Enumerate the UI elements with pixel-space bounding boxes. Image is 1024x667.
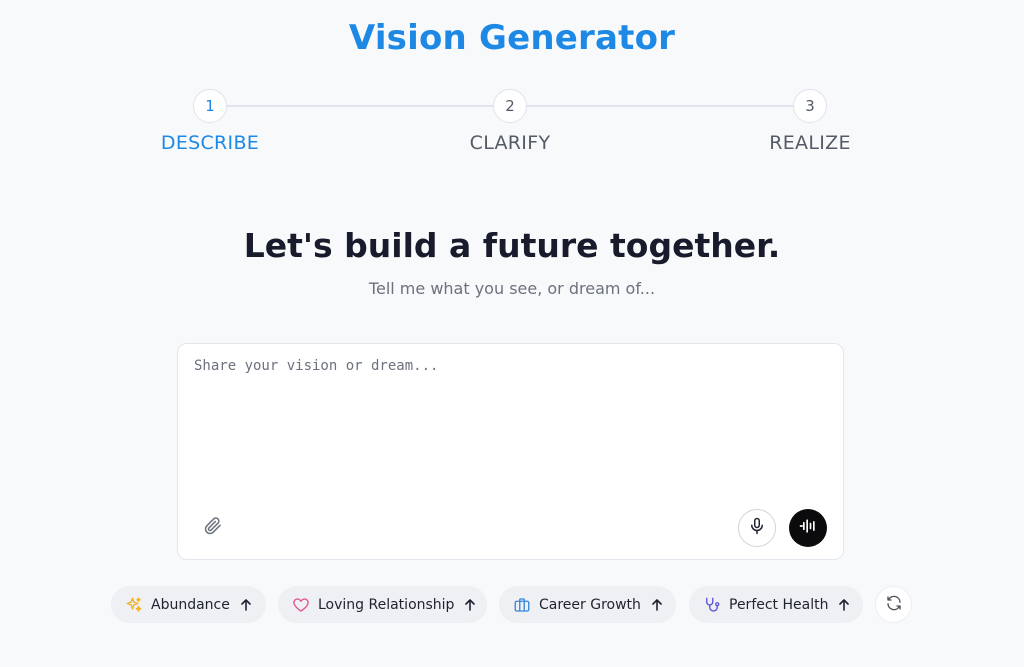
- vision-input[interactable]: [188, 354, 833, 504]
- vision-composer: [177, 343, 844, 560]
- step-label: REALIZE: [769, 132, 851, 154]
- chip-career-growth[interactable]: Career Growth: [499, 586, 676, 623]
- step-number: 3: [793, 89, 827, 123]
- microphone-button[interactable]: [738, 509, 776, 547]
- arrow-up-icon: [240, 598, 252, 612]
- refresh-suggestions-button[interactable]: [875, 586, 912, 623]
- chip-loving-relationship[interactable]: Loving Relationship: [278, 586, 487, 623]
- arrow-up-icon: [651, 598, 663, 612]
- voice-mode-button[interactable]: [789, 509, 827, 547]
- attach-button[interactable]: [202, 517, 224, 539]
- headline: Let's build a future together.: [243, 226, 781, 265]
- chip-perfect-health[interactable]: Perfect Health: [689, 586, 863, 623]
- refresh-icon: [885, 594, 903, 616]
- chip-label: Career Growth: [539, 596, 641, 613]
- sparkles-icon: [125, 596, 143, 614]
- step-number: 2: [493, 89, 527, 123]
- chip-label: Abundance: [151, 596, 230, 613]
- paperclip-icon: [204, 517, 222, 539]
- step-describe[interactable]: 1 DESCRIBE: [130, 89, 290, 154]
- chip-label: Perfect Health: [729, 596, 829, 613]
- microphone-icon: [748, 517, 766, 539]
- chip-label: Loving Relationship: [318, 596, 455, 613]
- step-label: CLARIFY: [469, 132, 551, 154]
- arrow-up-icon: [838, 598, 850, 612]
- subline: Tell me what you see, or dream of...: [368, 279, 656, 298]
- stepper: 1 DESCRIBE 2 CLARIFY 3 REALIZE: [0, 89, 1024, 169]
- step-label: DESCRIBE: [160, 132, 260, 154]
- step-clarify[interactable]: 2 CLARIFY: [430, 89, 590, 154]
- chip-abundance[interactable]: Abundance: [111, 586, 266, 623]
- app-title: Vision Generator: [348, 18, 676, 58]
- step-number: 1: [193, 89, 227, 123]
- briefcase-icon: [513, 596, 531, 614]
- heart-icon: [292, 596, 310, 614]
- arrow-up-icon: [464, 598, 476, 612]
- stethoscope-icon: [703, 596, 721, 614]
- step-realize[interactable]: 3 REALIZE: [730, 89, 890, 154]
- suggestion-chips: Abundance Loving Relationship Career Gro…: [0, 586, 1024, 624]
- waveform-icon: [798, 516, 818, 540]
